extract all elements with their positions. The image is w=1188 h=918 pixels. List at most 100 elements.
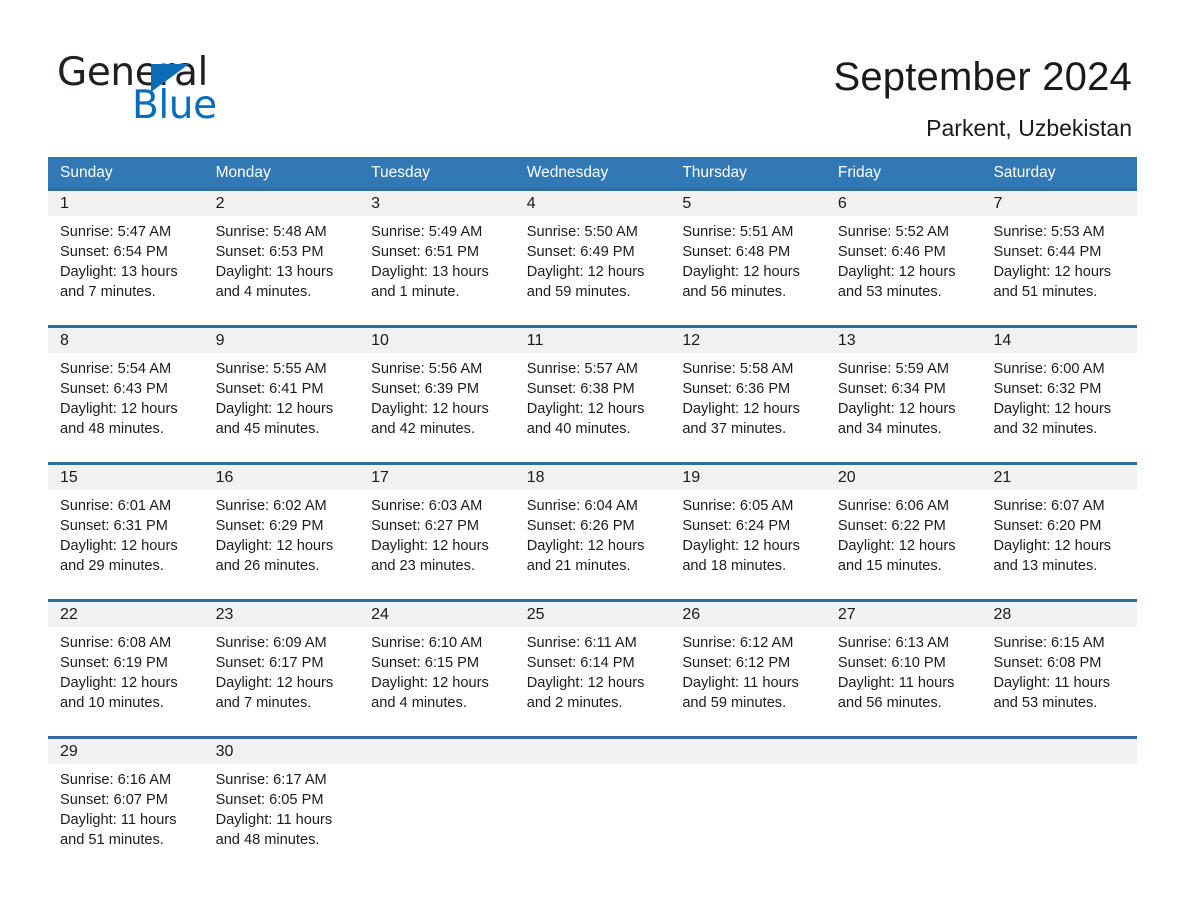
sunset-text: Sunset: 6:14 PM: [526, 655, 635, 671]
page-header: General Blue September 2024 Parkent, Uzb…: [0, 0, 1188, 146]
sunset-text: Sunset: 6:53 PM: [215, 244, 324, 260]
day-number-band: 8 9 10 11 12 13 14: [48, 328, 1137, 353]
day-number[interactable]: 2: [204, 191, 360, 216]
day-number[interactable]: 17: [359, 465, 515, 490]
day-cell[interactable]: Sunrise: 6:11 AM Sunset: 6:14 PM Dayligh…: [515, 633, 671, 736]
sunrise-text: Sunrise: 5:50 AM: [526, 224, 638, 240]
day-cell[interactable]: Sunrise: 6:05 AM Sunset: 6:24 PM Dayligh…: [670, 496, 826, 599]
sunrise-text: Sunrise: 6:04 AM: [526, 498, 638, 514]
day-cell[interactable]: Sunrise: 5:51 AM Sunset: 6:48 PM Dayligh…: [670, 222, 826, 325]
daylight-text-line1: Daylight: 12 hours: [993, 538, 1112, 554]
day-cell-empty: [359, 770, 515, 873]
day-cell[interactable]: Sunrise: 5:50 AM Sunset: 6:49 PM Dayligh…: [515, 222, 671, 325]
day-cell[interactable]: Sunrise: 6:00 AM Sunset: 6:32 PM Dayligh…: [981, 359, 1137, 462]
day-number[interactable]: 13: [826, 328, 982, 353]
sunset-text: Sunset: 6:32 PM: [993, 381, 1102, 397]
day-cell[interactable]: Sunrise: 6:15 AM Sunset: 6:08 PM Dayligh…: [981, 633, 1137, 736]
day-number[interactable]: 7: [981, 191, 1137, 216]
day-number[interactable]: 3: [359, 191, 515, 216]
daylight-text-line2: and 21 minutes.: [526, 558, 631, 574]
sunset-text: Sunset: 6:51 PM: [371, 244, 480, 260]
day-number[interactable]: 1: [48, 191, 204, 216]
daylight-text-line2: and 51 minutes.: [60, 832, 164, 848]
day-number[interactable]: 30: [204, 739, 360, 764]
day-cell[interactable]: Sunrise: 6:07 AM Sunset: 6:20 PM Dayligh…: [981, 496, 1137, 599]
day-number[interactable]: 16: [204, 465, 360, 490]
daylight-text-line1: Daylight: 13 hours: [215, 264, 334, 280]
day-number[interactable]: 22: [48, 602, 204, 627]
daylight-text-line2: and 10 minutes.: [60, 695, 164, 711]
day-number[interactable]: 11: [515, 328, 671, 353]
sunrise-text: Sunrise: 6:09 AM: [215, 635, 327, 651]
day-cell[interactable]: Sunrise: 5:52 AM Sunset: 6:46 PM Dayligh…: [826, 222, 982, 325]
day-cell[interactable]: Sunrise: 6:06 AM Sunset: 6:22 PM Dayligh…: [826, 496, 982, 599]
day-number[interactable]: 27: [826, 602, 982, 627]
day-cell[interactable]: Sunrise: 5:47 AM Sunset: 6:54 PM Dayligh…: [48, 222, 204, 325]
day-cell[interactable]: Sunrise: 5:49 AM Sunset: 6:51 PM Dayligh…: [359, 222, 515, 325]
daylight-text-line1: Daylight: 12 hours: [526, 675, 645, 691]
day-cell[interactable]: Sunrise: 6:08 AM Sunset: 6:19 PM Dayligh…: [48, 633, 204, 736]
daylight-text-line2: and 7 minutes.: [215, 695, 312, 711]
day-number-empty: [359, 739, 515, 764]
daylight-text-line2: and 4 minutes.: [371, 695, 467, 711]
day-number[interactable]: 4: [515, 191, 671, 216]
daylight-text-line2: and 7 minutes.: [60, 284, 156, 300]
calendar-table: Sunday Monday Tuesday Wednesday Thursday…: [48, 157, 1137, 873]
day-cell[interactable]: Sunrise: 6:10 AM Sunset: 6:15 PM Dayligh…: [359, 633, 515, 736]
day-number[interactable]: 29: [48, 739, 204, 764]
day-cell[interactable]: Sunrise: 6:09 AM Sunset: 6:17 PM Dayligh…: [204, 633, 360, 736]
weekday-header-wednesday: Wednesday: [526, 164, 609, 181]
page-subtitle-location: Parkent, Uzbekistan: [926, 115, 1132, 141]
day-number[interactable]: 24: [359, 602, 515, 627]
sunset-text: Sunset: 6:26 PM: [526, 518, 635, 534]
day-cell[interactable]: Sunrise: 5:55 AM Sunset: 6:41 PM Dayligh…: [204, 359, 360, 462]
day-number[interactable]: 19: [670, 465, 826, 490]
day-number[interactable]: 28: [981, 602, 1137, 627]
day-cell[interactable]: Sunrise: 6:17 AM Sunset: 6:05 PM Dayligh…: [204, 770, 360, 873]
day-number[interactable]: 12: [670, 328, 826, 353]
weekday-header-monday: Monday: [215, 164, 271, 181]
day-number[interactable]: 20: [826, 465, 982, 490]
day-cell[interactable]: Sunrise: 5:53 AM Sunset: 6:44 PM Dayligh…: [981, 222, 1137, 325]
daylight-text-line1: Daylight: 11 hours: [837, 675, 955, 691]
day-cell[interactable]: Sunrise: 5:56 AM Sunset: 6:39 PM Dayligh…: [359, 359, 515, 462]
sunset-text: Sunset: 6:20 PM: [993, 518, 1102, 534]
daylight-text-line2: and 53 minutes.: [993, 695, 1098, 711]
day-number[interactable]: 14: [981, 328, 1137, 353]
day-number[interactable]: 23: [204, 602, 360, 627]
day-cell[interactable]: Sunrise: 6:04 AM Sunset: 6:26 PM Dayligh…: [515, 496, 671, 599]
day-cell[interactable]: Sunrise: 6:13 AM Sunset: 6:10 PM Dayligh…: [826, 633, 982, 736]
day-cell[interactable]: Sunrise: 5:48 AM Sunset: 6:53 PM Dayligh…: [204, 222, 360, 325]
day-number[interactable]: 18: [515, 465, 671, 490]
day-cell[interactable]: Sunrise: 5:58 AM Sunset: 6:36 PM Dayligh…: [670, 359, 826, 462]
day-number[interactable]: 8: [48, 328, 204, 353]
sunset-text: Sunset: 6:48 PM: [682, 244, 791, 260]
day-number-band: 1 2 3 4 5 6 7: [48, 191, 1137, 216]
day-number[interactable]: 15: [48, 465, 204, 490]
day-number[interactable]: 5: [670, 191, 826, 216]
day-cell[interactable]: Sunrise: 6:12 AM Sunset: 6:12 PM Dayligh…: [670, 633, 826, 736]
sunset-text: Sunset: 6:22 PM: [837, 518, 946, 534]
day-cell-empty: [981, 770, 1137, 873]
sunrise-text: Sunrise: 6:05 AM: [682, 498, 794, 514]
daylight-text-line2: and 40 minutes.: [526, 421, 631, 437]
weekday-header-friday: Friday: [837, 164, 881, 181]
day-cell[interactable]: Sunrise: 6:02 AM Sunset: 6:29 PM Dayligh…: [204, 496, 360, 599]
day-cell[interactable]: Sunrise: 5:59 AM Sunset: 6:34 PM Dayligh…: [826, 359, 982, 462]
general-blue-logo: General Blue: [57, 52, 267, 132]
day-number[interactable]: 9: [204, 328, 360, 353]
sunset-text: Sunset: 6:43 PM: [60, 381, 168, 397]
day-number[interactable]: 10: [359, 328, 515, 353]
day-number[interactable]: 6: [826, 191, 982, 216]
day-number[interactable]: 21: [981, 465, 1137, 490]
day-number[interactable]: 26: [670, 602, 826, 627]
sunrise-text: Sunrise: 5:48 AM: [215, 224, 327, 240]
weekday-header-saturday: Saturday: [993, 164, 1056, 181]
sunset-text: Sunset: 6:12 PM: [682, 655, 791, 671]
day-cell[interactable]: Sunrise: 6:16 AM Sunset: 6:07 PM Dayligh…: [48, 770, 204, 873]
day-cell[interactable]: Sunrise: 6:03 AM Sunset: 6:27 PM Dayligh…: [359, 496, 515, 599]
day-number[interactable]: 25: [515, 602, 671, 627]
day-cell[interactable]: Sunrise: 6:01 AM Sunset: 6:31 PM Dayligh…: [48, 496, 204, 599]
day-cell[interactable]: Sunrise: 5:54 AM Sunset: 6:43 PM Dayligh…: [48, 359, 204, 462]
day-cell[interactable]: Sunrise: 5:57 AM Sunset: 6:38 PM Dayligh…: [515, 359, 671, 462]
